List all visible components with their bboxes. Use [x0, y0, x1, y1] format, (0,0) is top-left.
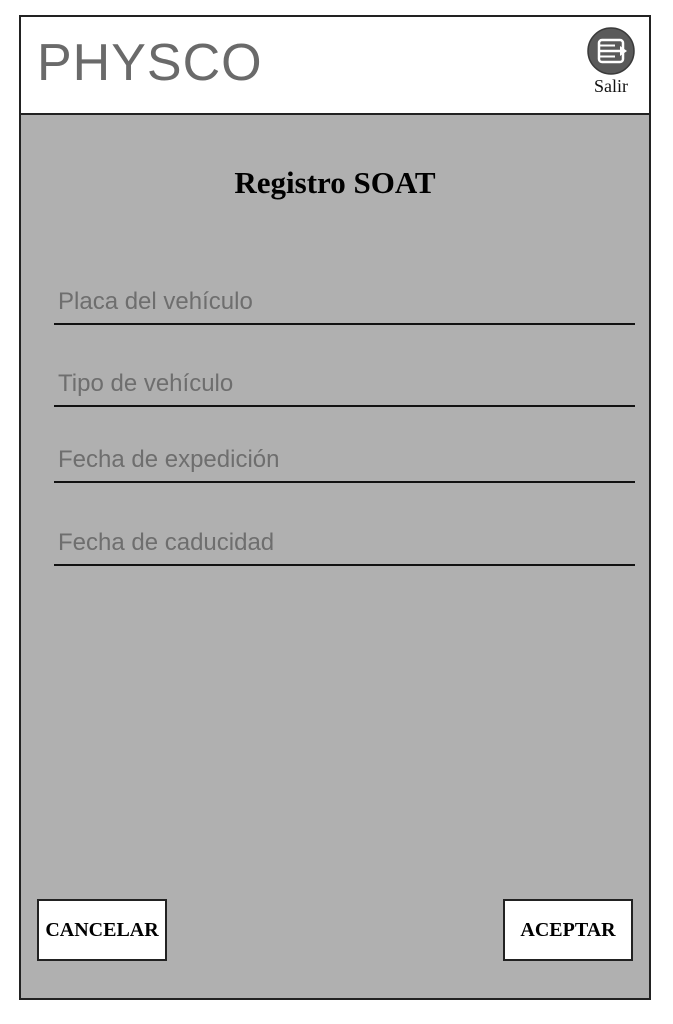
plate-input[interactable] [54, 283, 635, 321]
app-frame: PHYSCO Salir Registro SOAT CANCELAR ACEP… [19, 15, 651, 1000]
expiry-date-field [54, 524, 635, 566]
accept-button[interactable]: ACEPTAR [503, 899, 633, 961]
vehicle-type-input[interactable] [54, 365, 635, 403]
issue-date-field [54, 441, 635, 483]
vehicle-type-field [54, 365, 635, 407]
app-header: PHYSCO Salir [21, 17, 649, 115]
issue-date-input[interactable] [54, 441, 635, 479]
plate-field [54, 283, 635, 325]
logout-label: Salir [594, 76, 628, 96]
cancel-button[interactable]: CANCELAR [37, 899, 167, 961]
brand-title: PHYSCO [37, 34, 263, 92]
page-title: Registro SOAT [234, 165, 436, 200]
logout-button[interactable]: Salir [583, 27, 639, 99]
expiry-date-input[interactable] [54, 524, 635, 562]
exit-icon [587, 27, 635, 75]
